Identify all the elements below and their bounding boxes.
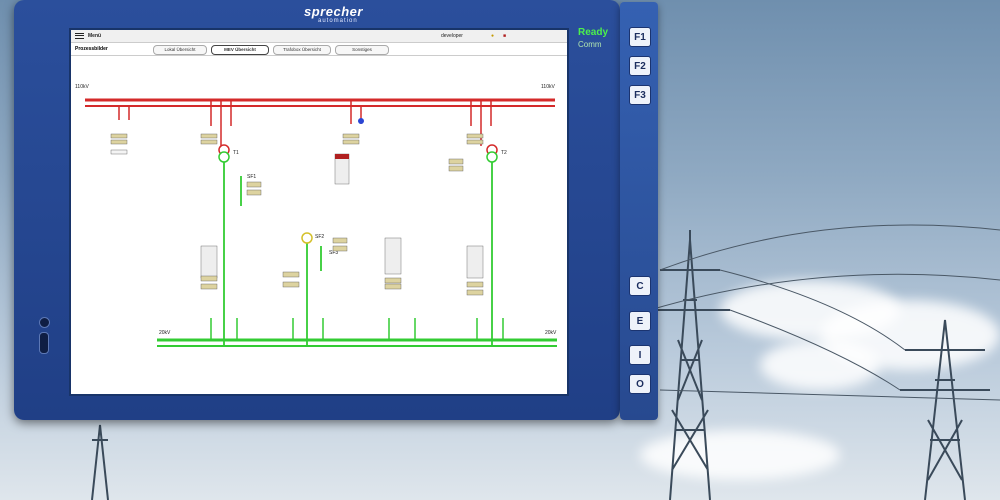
comm-status: Comm [578,40,602,49]
bus-top-right-label: 110kV [541,84,555,90]
ready-status: Ready [578,27,609,38]
e-button[interactable]: E [629,311,651,331]
screen-topbar: Menü developer ● ■ [71,30,567,43]
page-title: Prozessbilder [75,46,108,52]
flag-icon[interactable]: ■ [503,33,506,39]
menu-label[interactable]: Menü [88,33,101,39]
c-button[interactable]: C [629,276,651,296]
brand-logo: sprecher [304,4,363,19]
transformer-t1-label: T1 [233,150,239,156]
hmi-panel: sprecher automation Menü developer ● ■ P… [14,0,620,420]
transformer-t2-label: T2 [501,150,507,156]
bus-bottom-left-label: 20kV [159,330,171,336]
o-button[interactable]: O [629,374,651,394]
transformer-t1-lv [218,151,230,163]
lock-icon[interactable]: ● [491,33,494,39]
hmi-screen: Menü developer ● ■ Prozessbilder Lokal Ü… [69,28,569,396]
tab-bar: Prozessbilder Lokal Übersicht MEV Übersi… [71,43,567,56]
usb-slot [39,332,49,354]
user-label: developer [441,33,463,39]
single-line-diagram: 110kV 110kV T1 T2 SF1 SF2 SF3 20kV 20kV [75,84,557,347]
feeder-sf2-transformer [301,232,313,244]
bus-top-left-label: 110kV [75,84,89,90]
equipment-boxes [110,133,484,296]
tab-lokal-uebersicht[interactable]: Lokal Übersicht [153,45,207,55]
f3-button[interactable]: F3 [629,85,651,105]
transformer-t2-lv [486,151,498,163]
bus-bottom-right-label: 20kV [545,330,557,336]
feeder-sf2-label: SF2 [315,234,324,240]
feeder-sf1-label: SF1 [247,174,256,180]
tab-mev-uebersicht[interactable]: MEV Übersicht [211,45,269,55]
status-led [39,317,50,328]
menu-icon[interactable] [75,33,84,39]
f2-button[interactable]: F2 [629,56,651,76]
breaker-symbol [358,118,364,124]
brand-subtitle: automation [318,18,358,24]
tab-trafobox-uebersicht[interactable]: Trafobox Übersicht [273,45,331,55]
f1-button[interactable]: F1 [629,27,651,47]
i-button[interactable]: I [629,345,651,365]
tab-sonstiges[interactable]: Sonstiges [335,45,389,55]
